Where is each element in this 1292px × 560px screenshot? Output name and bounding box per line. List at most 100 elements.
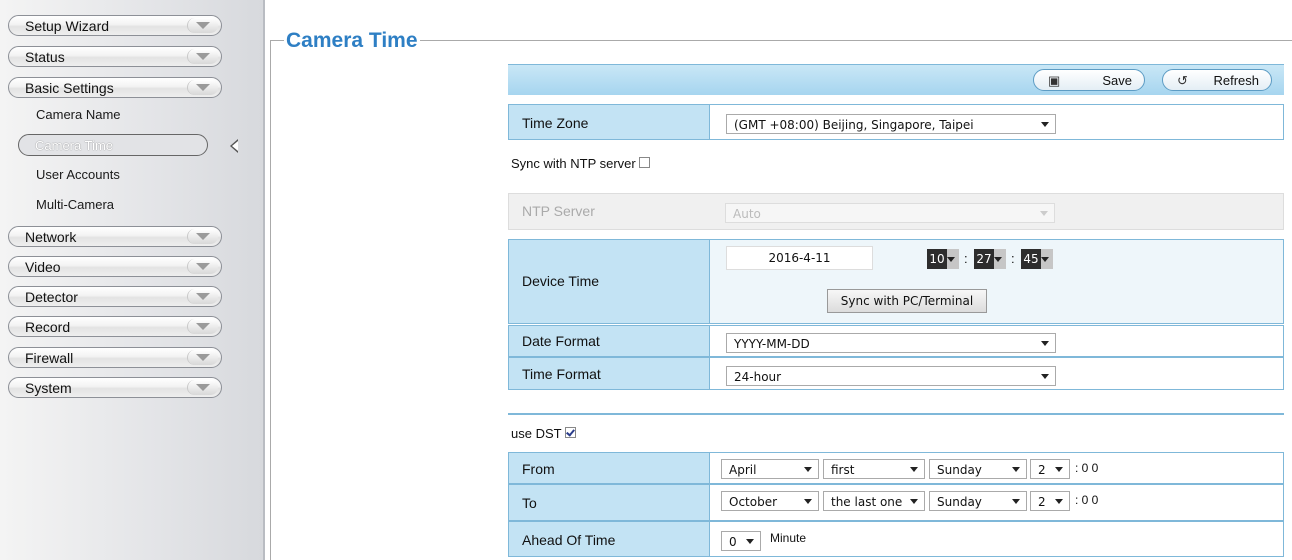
minute-select[interactable]: 27: [974, 249, 1006, 269]
dst-label: use DST: [511, 426, 562, 441]
time-zone-label-cell: Time Zone: [509, 105, 710, 139]
time-format-select[interactable]: 24-hour: [726, 366, 1056, 386]
to-week-value: the last one: [831, 495, 903, 509]
chevron-down-icon: [187, 229, 218, 244]
sidebar-item-system[interactable]: System: [8, 377, 222, 398]
from-hour-value: 2: [1038, 463, 1046, 477]
sidebar-item-video[interactable]: Video: [8, 256, 222, 277]
sidebar-item-network[interactable]: Network: [8, 226, 222, 247]
sidebar-item-basic-settings[interactable]: Basic Settings: [8, 77, 222, 98]
time-format-value: 24-hour: [734, 370, 782, 384]
chevron-down-icon: [187, 80, 218, 95]
dst-to-value-cell: October the last one Sunday 2 : 0 0: [710, 485, 1283, 520]
hour-select[interactable]: 10: [927, 249, 959, 269]
date-format-select[interactable]: YYYY-MM-DD: [726, 333, 1056, 353]
time-zone-label: Time Zone: [522, 115, 589, 131]
from-minute-suffix: : 0 0: [1075, 461, 1099, 475]
from-hour-select[interactable]: 2: [1030, 459, 1070, 479]
from-week-value: first: [831, 463, 855, 477]
refresh-button[interactable]: ↺ Refresh: [1162, 69, 1272, 91]
to-day-select[interactable]: Sunday: [929, 491, 1027, 511]
ahead-of-time-value-cell: 0 Minute: [710, 522, 1283, 556]
ntp-sync-row: Sync with NTP server: [511, 156, 650, 171]
section-border: [270, 40, 271, 560]
active-pointer-icon: [230, 139, 238, 153]
dropdown-caret-icon: [804, 499, 812, 504]
to-day-value: Sunday: [937, 495, 982, 509]
chevron-down-icon: [187, 380, 218, 395]
sidebar-item-label: Record: [25, 319, 71, 335]
sidebar-item-label: Detector: [25, 289, 78, 305]
second-select[interactable]: 45: [1021, 249, 1053, 269]
time-format-label-cell: Time Format: [509, 358, 710, 389]
time-zone-select[interactable]: (GMT +08:00) Beijing, Singapore, Taipei: [726, 114, 1056, 134]
from-month-value: April: [729, 463, 757, 477]
sidebar-subitem-camera-name[interactable]: Camera Name: [36, 107, 121, 122]
dropdown-caret-icon: [994, 257, 1002, 262]
sidebar-item-label: System: [25, 380, 72, 396]
ntp-server-label: NTP Server: [522, 203, 595, 219]
date-format-value: YYYY-MM-DD: [734, 337, 810, 351]
dropdown-caret-icon: [947, 257, 955, 262]
date-format-row: Date Format YYYY-MM-DD: [508, 325, 1284, 357]
from-day-select[interactable]: Sunday: [929, 459, 1027, 479]
dropdown-caret-icon: [1041, 122, 1049, 127]
time-zone-value: (GMT +08:00) Beijing, Singapore, Taipei: [734, 118, 974, 132]
to-hour-value: 2: [1038, 495, 1046, 509]
save-label: Save: [1102, 73, 1132, 88]
chevron-down-icon: [187, 319, 218, 334]
dst-to-row: To October the last one Sunday 2 : 0 0: [508, 484, 1284, 521]
sidebar-subitem-user-accounts[interactable]: User Accounts: [36, 167, 120, 182]
dst-from-value-cell: April first Sunday 2 : 0 0: [710, 453, 1283, 483]
ntp-server-select[interactable]: Auto: [725, 203, 1055, 223]
chevron-down-icon: [187, 259, 218, 274]
device-date-field[interactable]: 2016-4-11: [726, 246, 873, 270]
hour-value: 10: [927, 249, 947, 269]
ahead-minute-select[interactable]: 0: [721, 531, 761, 551]
sidebar-item-label: Setup Wizard: [25, 18, 110, 34]
sidebar-subitem-camera-time[interactable]: Camera Time: [18, 134, 208, 156]
to-month-value: October: [729, 495, 778, 509]
time-separator: :: [964, 251, 968, 266]
sidebar-item-firewall[interactable]: Firewall: [8, 347, 222, 368]
sidebar-item-label: Basic Settings: [25, 80, 114, 96]
sidebar-item-setup-wizard[interactable]: Setup Wizard: [8, 15, 222, 36]
dropdown-caret-icon: [1041, 257, 1049, 262]
date-format-value-cell: YYYY-MM-DD: [710, 326, 1283, 356]
time-zone-value-cell: (GMT +08:00) Beijing, Singapore, Taipei: [710, 105, 1283, 139]
to-month-select[interactable]: October: [721, 491, 819, 511]
toolbar: ▣ Save ↺ Refresh: [508, 64, 1284, 95]
time-separator: :: [1011, 251, 1015, 266]
from-month-select[interactable]: April: [721, 459, 819, 479]
from-week-select[interactable]: first: [823, 459, 925, 479]
second-value: 45: [1021, 249, 1041, 269]
time-zone-row: Time Zone (GMT +08:00) Beijing, Singapor…: [508, 104, 1284, 140]
ahead-of-time-label-cell: Ahead Of Time: [509, 522, 710, 556]
to-minute-suffix: : 0 0: [1075, 493, 1099, 507]
device-time-value-cell: 2016-4-11 10 : 27 : 45 Sync with PC/Term…: [710, 240, 1283, 323]
dropdown-caret-icon: [1055, 467, 1063, 472]
ntp-server-row: NTP Server Auto: [508, 193, 1284, 230]
dropdown-caret-icon: [1041, 341, 1049, 346]
dst-to-label: To: [522, 495, 537, 511]
sidebar-item-status[interactable]: Status: [8, 46, 222, 67]
dropdown-caret-icon: [1012, 499, 1020, 504]
to-week-select[interactable]: the last one: [823, 491, 925, 511]
save-button[interactable]: ▣ Save: [1033, 69, 1145, 91]
sidebar: Setup Wizard Status Basic Settings Camer…: [0, 0, 265, 560]
refresh-label: Refresh: [1213, 73, 1259, 88]
dropdown-caret-icon: [910, 467, 918, 472]
sidebar-item-record[interactable]: Record: [8, 316, 222, 337]
device-time-row: Device Time 2016-4-11 10 : 27 : 45 Sync …: [508, 239, 1284, 324]
to-hour-select[interactable]: 2: [1030, 491, 1070, 511]
ntp-sync-checkbox[interactable]: [638, 157, 650, 169]
ahead-minute-value: 0: [729, 535, 737, 549]
sidebar-item-detector[interactable]: Detector: [8, 286, 222, 307]
sidebar-item-label: Video: [25, 259, 61, 275]
sidebar-item-label: Camera Time: [35, 138, 114, 153]
dst-checkbox[interactable]: [564, 427, 576, 439]
dst-from-label-cell: From: [509, 453, 710, 483]
sidebar-subitem-multi-camera[interactable]: Multi-Camera: [36, 197, 114, 212]
sync-with-pc-button[interactable]: Sync with PC/Terminal: [827, 289, 987, 313]
dropdown-caret-icon: [910, 499, 918, 504]
